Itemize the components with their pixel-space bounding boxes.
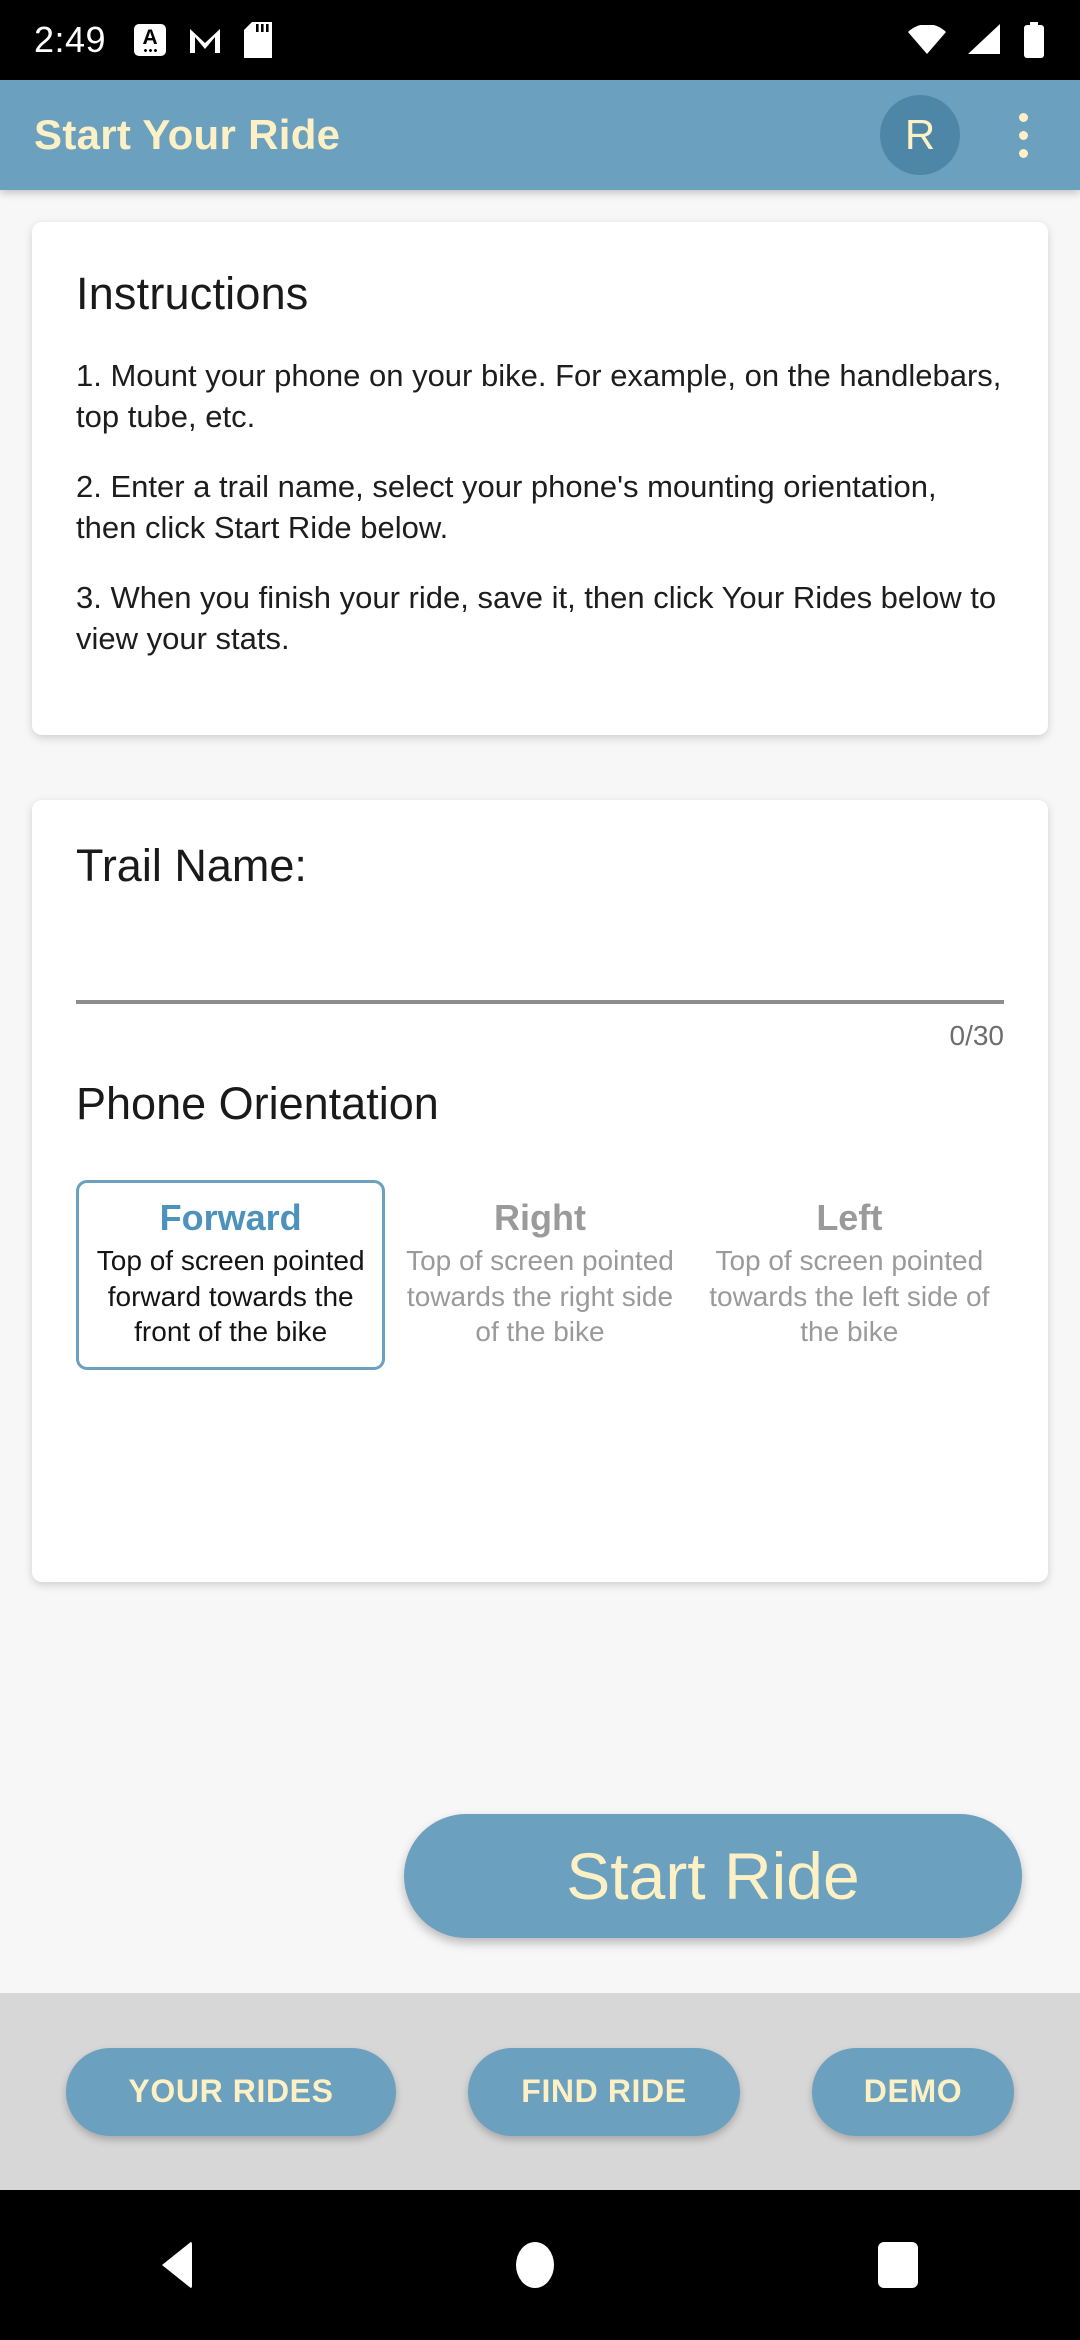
- phone-orientation-heading: Phone Orientation: [76, 1078, 439, 1129]
- orientation-option-forward[interactable]: Forward Top of screen pointed forward to…: [76, 1180, 386, 1371]
- orientation-option-description: Top of screen pointed forward towards th…: [96, 1245, 365, 1347]
- android-navigation-bar: [0, 2190, 1080, 2340]
- status-bar-system-icons: [908, 22, 1046, 58]
- status-bar-notification-icons: A: [134, 22, 273, 58]
- instructions-heading: Instructions: [76, 268, 309, 319]
- app-notification-icon: A: [134, 24, 167, 56]
- trail-name-label: Trail Name:: [76, 840, 307, 891]
- back-triangle-icon[interactable]: [162, 2241, 192, 2289]
- status-bar: 2:49 A: [0, 0, 1080, 80]
- start-ride-button[interactable]: Start Ride: [404, 1814, 1022, 1938]
- avatar-initial: R: [904, 111, 936, 158]
- orientation-option-description: Top of screen pointed towards the right …: [406, 1245, 674, 1347]
- cellular-signal-icon: [968, 24, 1000, 54]
- overflow-dot: [1018, 112, 1028, 122]
- bottom-action-bar: YOUR RIDES FIND RIDE DEMO: [0, 1993, 1080, 2190]
- overflow-menu-icon[interactable]: [1000, 95, 1046, 175]
- page-title: Start Your Ride: [34, 111, 341, 158]
- instruction-step: 1. Mount your phone on your bike. For ex…: [76, 358, 1002, 434]
- start-ride-label: Start Ride: [566, 1839, 860, 1913]
- orientation-option-description: Top of screen pointed towards the left s…: [709, 1245, 990, 1347]
- instruction-step: 3. When you finish your ride, save it, t…: [76, 579, 997, 656]
- gmail-icon: [190, 29, 221, 53]
- avatar[interactable]: R: [880, 95, 960, 175]
- orientation-option-right[interactable]: Right Top of screen pointed towards the …: [385, 1180, 694, 1370]
- orientation-option-title: Forward: [159, 1197, 302, 1238]
- overflow-dot: [1018, 148, 1028, 158]
- instructions-card: Instructions 1. Mount your phone on your…: [32, 222, 1048, 735]
- status-bar-clock: 2:49: [34, 19, 107, 60]
- demo-button[interactable]: DEMO: [812, 2047, 1014, 2136]
- find-ride-label: FIND RIDE: [521, 2073, 687, 2109]
- instructions-list: 1. Mount your phone on your bike. For ex…: [76, 356, 1004, 659]
- orientation-option-title: Left: [816, 1197, 883, 1238]
- wifi-icon: [908, 25, 946, 54]
- orientation-option-title: Right: [494, 1197, 586, 1238]
- sd-card-icon: [244, 22, 273, 58]
- overflow-dot: [1018, 130, 1028, 140]
- phone-screen: 2:49 A Start Your Ride R Instructions 1.…: [0, 0, 1080, 2340]
- find-ride-button[interactable]: FIND RIDE: [468, 2047, 740, 2136]
- your-rides-button[interactable]: YOUR RIDES: [66, 2047, 396, 2136]
- demo-label: DEMO: [863, 2073, 963, 2109]
- recents-square-icon[interactable]: [878, 2242, 918, 2288]
- home-circle-icon[interactable]: [516, 2242, 554, 2288]
- your-rides-label: YOUR RIDES: [128, 2073, 334, 2109]
- ride-setup-card: Trail Name: 0/30 Phone Orientation Forwa…: [32, 800, 1048, 1582]
- app-bar: Start Your Ride R: [0, 80, 1080, 190]
- instruction-step: 2. Enter a trail name, select your phone…: [76, 468, 937, 545]
- orientation-option-left[interactable]: Left Top of screen pointed towards the l…: [695, 1180, 1004, 1370]
- phone-orientation-options: Forward Top of screen pointed forward to…: [76, 1180, 1004, 1371]
- trail-name-input[interactable]: [76, 950, 1006, 1050]
- battery-icon: [1024, 22, 1044, 58]
